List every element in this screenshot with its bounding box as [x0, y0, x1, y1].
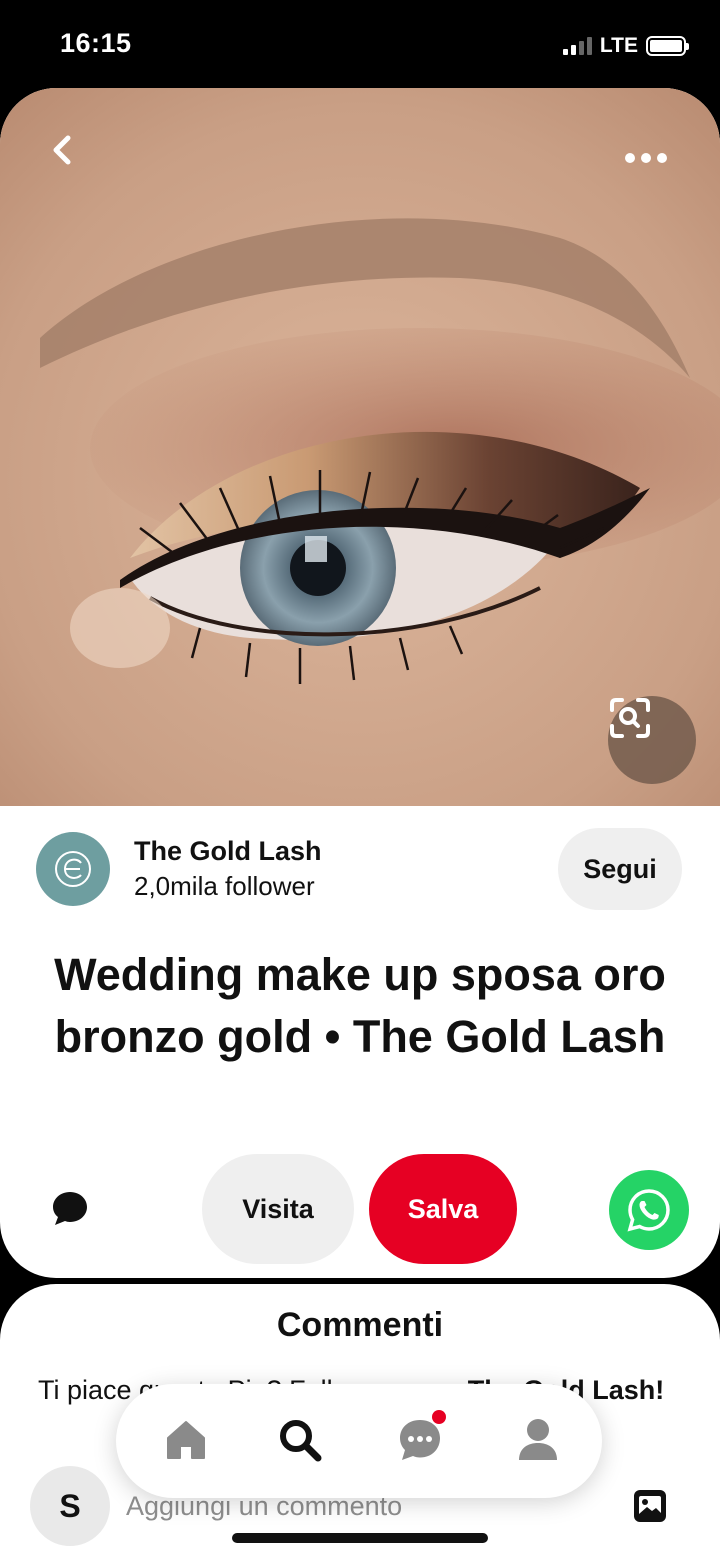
pin-title: Wedding make up sposa oro bronzo gold • …	[54, 949, 666, 1062]
speech-bubble-icon	[53, 1192, 87, 1225]
creator-followers: 2,0mila follower	[134, 871, 315, 901]
chevron-left-icon	[53, 135, 71, 165]
bottom-nav	[116, 1384, 602, 1498]
more-dots-icon	[625, 153, 667, 163]
profile-icon	[519, 1419, 557, 1460]
battery-icon	[646, 36, 689, 56]
visual-search-button[interactable]	[608, 696, 696, 784]
comments-heading: Commenti	[276, 1306, 444, 1344]
status-time: 16:15	[60, 28, 132, 58]
save-button[interactable]: Salva	[369, 1154, 517, 1264]
nav-messages[interactable]	[394, 1410, 446, 1466]
nav-home[interactable]	[160, 1414, 212, 1466]
nav-search[interactable]	[274, 1414, 326, 1466]
creator-logo-icon	[55, 851, 91, 887]
pin-image[interactable]	[0, 88, 720, 806]
follow-button[interactable]: Segui	[558, 828, 682, 910]
home-indicator	[232, 1533, 488, 1543]
visual-search-icon	[610, 698, 650, 738]
pin-card: The Gold Lash 2,0mila follower Segui Wed…	[0, 88, 720, 1278]
search-icon	[280, 1420, 322, 1462]
creator-name[interactable]: The Gold Lash	[134, 836, 322, 867]
add-image-button[interactable]	[632, 1488, 668, 1524]
user-avatar[interactable]: S	[30, 1466, 110, 1546]
visit-button[interactable]: Visita	[202, 1154, 354, 1264]
whatsapp-icon	[627, 1189, 670, 1232]
comment-button[interactable]	[50, 1188, 90, 1228]
comments-prompt-suffix: !	[655, 1375, 665, 1405]
status-bar: 16:15 LTE	[0, 0, 720, 88]
network-type: LTE	[599, 34, 638, 57]
creator-avatar[interactable]	[36, 832, 110, 906]
nav-profile[interactable]	[512, 1414, 564, 1466]
home-icon	[167, 1421, 205, 1459]
whatsapp-share-button[interactable]	[609, 1170, 689, 1250]
notification-dot	[432, 1410, 446, 1424]
back-button[interactable]	[40, 128, 84, 172]
status-indicators: LTE	[562, 34, 689, 58]
pin-actions: Visita Salva	[0, 1152, 720, 1268]
image-icon	[634, 1490, 666, 1522]
signal-icon	[562, 37, 592, 55]
more-options-button[interactable]	[624, 146, 668, 170]
creator-row: The Gold Lash 2,0mila follower Segui	[0, 806, 720, 934]
